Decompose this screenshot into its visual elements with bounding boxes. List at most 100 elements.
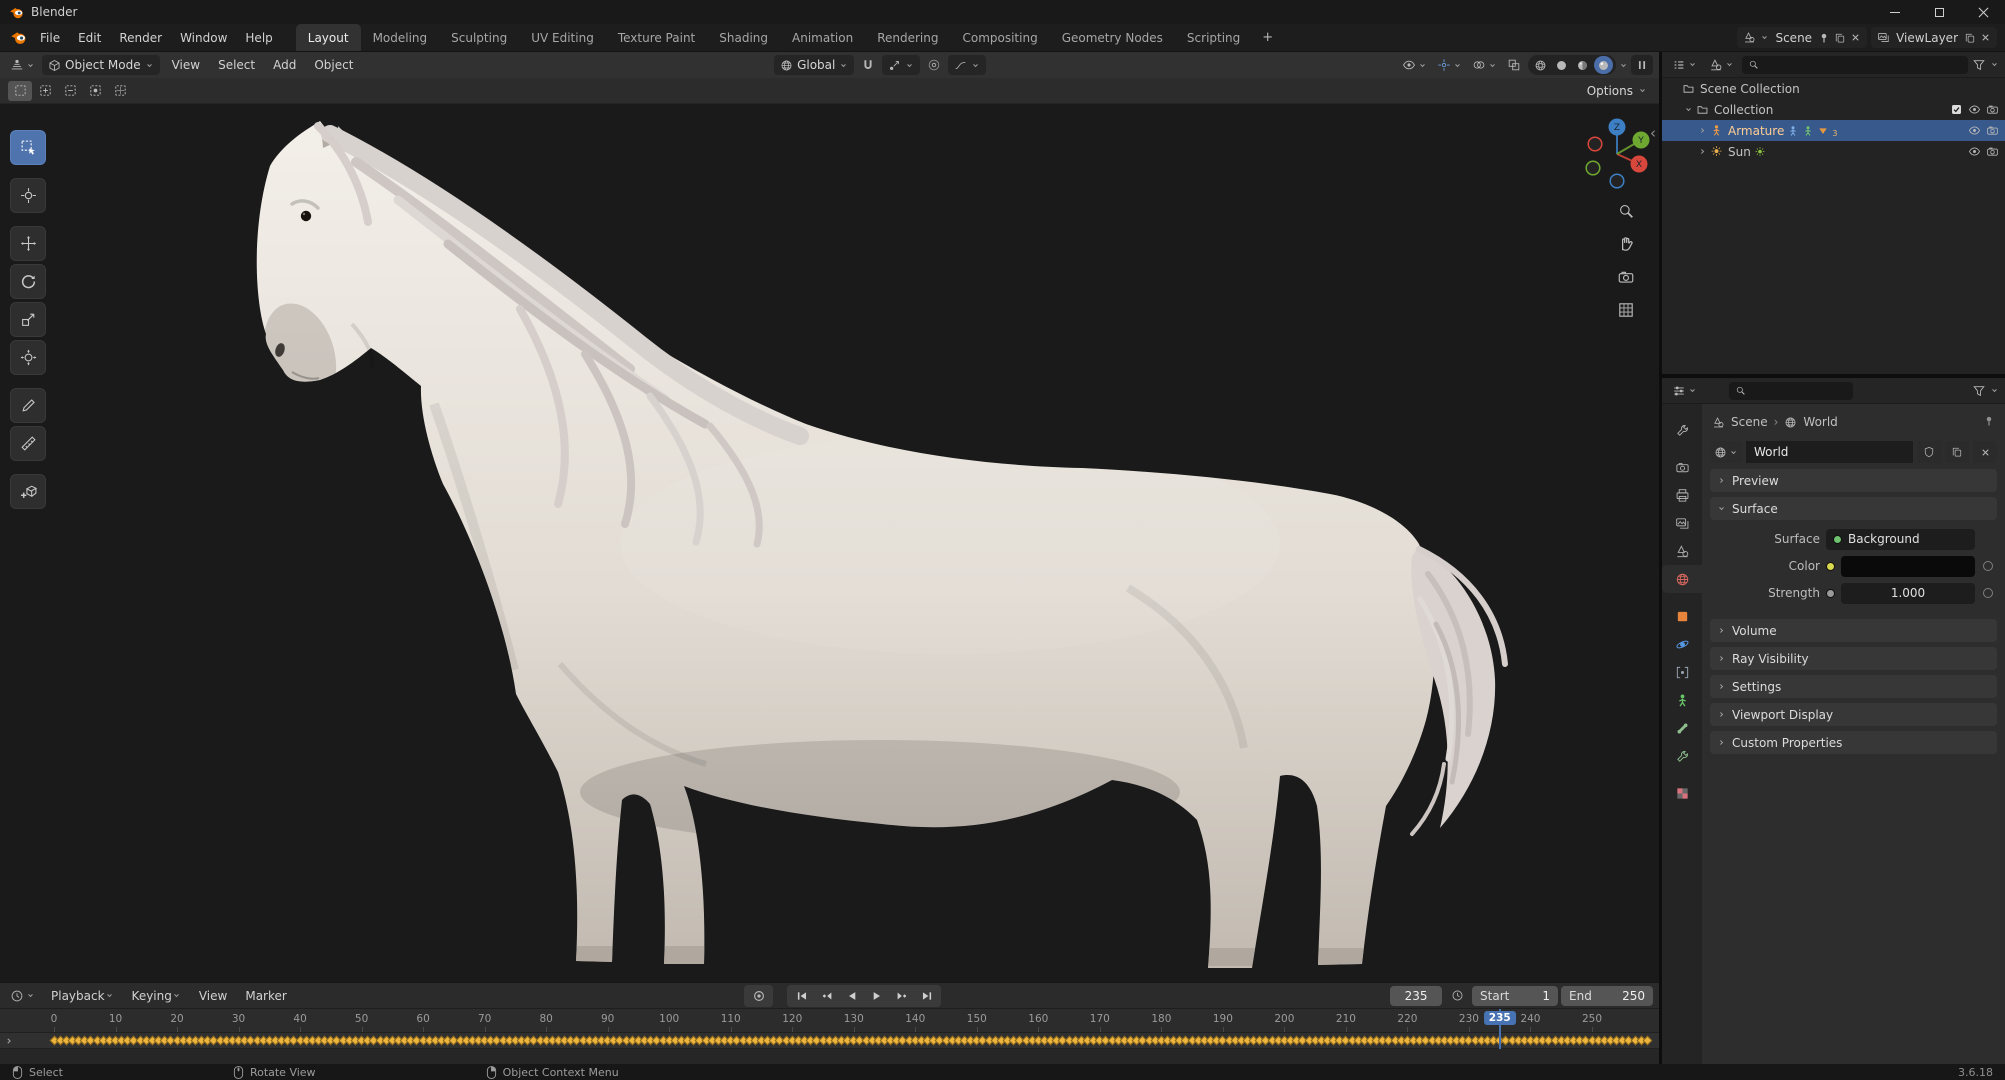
tool-transform-button[interactable] <box>10 340 46 375</box>
scene-selector[interactable]: Scene <box>1737 27 1868 48</box>
select-mode-subtract-button[interactable] <box>58 81 82 101</box>
auto-keying-toggle[interactable] <box>744 984 774 1007</box>
properties-tab-output[interactable] <box>1662 481 1702 509</box>
panel-header-preview[interactable]: Preview <box>1710 469 1997 492</box>
menu-render[interactable]: Render <box>110 24 171 51</box>
breadcrumb-world[interactable]: World <box>1803 415 1837 429</box>
expander-icon[interactable] <box>1698 126 1707 135</box>
new-scene-button[interactable] <box>1834 32 1846 44</box>
camera-toggle-icon[interactable] <box>1986 124 1999 137</box>
tool-cursor-button[interactable] <box>10 178 46 213</box>
play-button[interactable] <box>864 986 889 1006</box>
new-view-layer-button[interactable] <box>1964 32 1976 44</box>
frame-start-field[interactable]: Start 1 <box>1472 985 1559 1006</box>
surface-type-dropdown[interactable]: Background <box>1826 528 1975 550</box>
expander-icon[interactable] <box>1684 105 1693 114</box>
minimize-button[interactable] <box>1873 0 1917 24</box>
eye-toggle-icon[interactable] <box>1968 145 1981 158</box>
panel-header-ray-visibility[interactable]: Ray Visibility <box>1710 647 1997 670</box>
nav-projection-button[interactable] <box>1617 301 1635 323</box>
workspace-tab-compositing[interactable]: Compositing <box>950 24 1049 51</box>
channel-expander-icon[interactable] <box>4 1036 14 1046</box>
properties-editor-dropdown[interactable] <box>1668 381 1701 401</box>
strength-decorator[interactable] <box>1981 586 1995 600</box>
timeline-menu-playback[interactable]: Playback <box>42 989 123 1003</box>
properties-tab-physics[interactable] <box>1662 630 1702 658</box>
viewport-menu-select[interactable]: Select <box>209 58 264 72</box>
shading-wireframe-button[interactable] <box>1531 56 1550 74</box>
proportional-editing-toggle[interactable] <box>923 55 945 75</box>
menu-window[interactable]: Window <box>171 24 236 51</box>
jump-end-button[interactable] <box>914 986 939 1006</box>
tool-measure-button[interactable] <box>10 426 46 461</box>
panel-header-volume[interactable]: Volume <box>1710 619 1997 642</box>
close-button[interactable] <box>1961 0 2005 24</box>
menu-help[interactable]: Help <box>236 24 281 51</box>
editor-type-dropdown[interactable] <box>6 55 39 75</box>
current-frame-field[interactable]: 235 <box>1390 985 1443 1006</box>
timeline-menu-marker[interactable]: Marker <box>236 989 295 1003</box>
frame-end-field[interactable]: End 250 <box>1561 985 1654 1006</box>
mode-dropdown[interactable]: Object Mode <box>42 55 160 75</box>
preview-range-toggle[interactable] <box>1445 985 1470 1006</box>
shading-material-preview-button[interactable] <box>1573 56 1592 74</box>
workspace-tab-scripting[interactable]: Scripting <box>1175 24 1252 51</box>
properties-tab-scene[interactable] <box>1662 537 1702 565</box>
properties-tab-object[interactable] <box>1662 602 1702 630</box>
shading-dropdown-icon[interactable] <box>1619 61 1628 70</box>
jump-start-button[interactable] <box>789 986 814 1006</box>
shading-solid-button[interactable] <box>1552 56 1571 74</box>
workspace-tab-sculpting[interactable]: Sculpting <box>439 24 519 51</box>
timeline-editor-dropdown[interactable] <box>6 986 39 1006</box>
datablock-name-field[interactable]: World <box>1746 441 1913 463</box>
pin-scene-button[interactable] <box>1818 32 1830 44</box>
select-mode-invert-button[interactable] <box>83 81 107 101</box>
sidebar-toggle[interactable]: ‹ <box>1650 126 1656 141</box>
select-mode-extend-button[interactable] <box>33 81 57 101</box>
axis-gizmo[interactable]: Z X Y <box>1577 114 1657 194</box>
transform-orientation-dropdown[interactable]: Global <box>774 55 855 75</box>
menu-edit[interactable]: Edit <box>69 24 110 51</box>
properties-tab-world[interactable] <box>1662 565 1702 593</box>
properties-tab-render[interactable] <box>1662 453 1702 481</box>
blender-menu-icon[interactable] <box>10 29 27 46</box>
prev-keyframe-button[interactable] <box>814 986 839 1006</box>
shading-rendered-button[interactable] <box>1594 56 1613 74</box>
viewport-menu-object[interactable]: Object <box>305 58 362 72</box>
tool-rotate-button[interactable] <box>10 264 46 299</box>
overlays-toggle[interactable] <box>1468 55 1501 75</box>
properties-tab-bone-constraints[interactable] <box>1662 742 1702 770</box>
workspace-tab-rendering[interactable]: Rendering <box>865 24 950 51</box>
properties-search-input[interactable] <box>1729 381 1853 400</box>
outliner-row-sun[interactable]: Sun <box>1662 141 2005 162</box>
camera-toggle-icon[interactable] <box>1986 103 1999 116</box>
chevron-down-icon[interactable] <box>1990 60 1999 69</box>
eye-toggle-icon[interactable] <box>1968 103 1981 116</box>
timeline-ruler[interactable]: 0 10 20 30 40 50 60 70 80 90 100 110 120 130 140 150 160… <box>0 1009 1659 1033</box>
properties-tab-tool[interactable] <box>1662 416 1702 444</box>
panel-header-surface[interactable]: Surface <box>1710 497 1997 520</box>
play-reverse-button[interactable] <box>839 986 864 1006</box>
properties-tab-data[interactable] <box>1662 686 1702 714</box>
world-color-swatch[interactable] <box>1841 555 1975 577</box>
snap-target-dropdown[interactable] <box>882 55 921 75</box>
next-keyframe-button[interactable] <box>889 986 914 1006</box>
unlink-scene-button[interactable] <box>1850 32 1861 43</box>
properties-tab-view-layer[interactable] <box>1662 509 1702 537</box>
xray-toggle[interactable] <box>1503 55 1525 75</box>
workspace-tab-layout[interactable]: Layout <box>295 24 361 51</box>
properties-tab-bone[interactable] <box>1662 714 1702 742</box>
chevron-down-icon[interactable] <box>1990 386 1999 395</box>
workspace-tab-shading[interactable]: Shading <box>707 24 780 51</box>
keyframe-track[interactable] <box>0 1033 1659 1049</box>
tool-scale-button[interactable] <box>10 302 46 337</box>
pin-icon[interactable] <box>1983 415 1995 427</box>
filter-icon[interactable] <box>1972 58 1986 72</box>
maximize-button[interactable] <box>1917 0 1961 24</box>
camera-toggle-icon[interactable] <box>1986 145 1999 158</box>
menu-file[interactable]: File <box>31 24 69 51</box>
workspace-tab-uv-editing[interactable]: UV Editing <box>519 24 606 51</box>
panel-header-custom-properties[interactable]: Custom Properties <box>1710 731 1997 754</box>
select-mode-intersect-button[interactable] <box>108 81 132 101</box>
properties-tab-texture[interactable] <box>1662 779 1702 807</box>
